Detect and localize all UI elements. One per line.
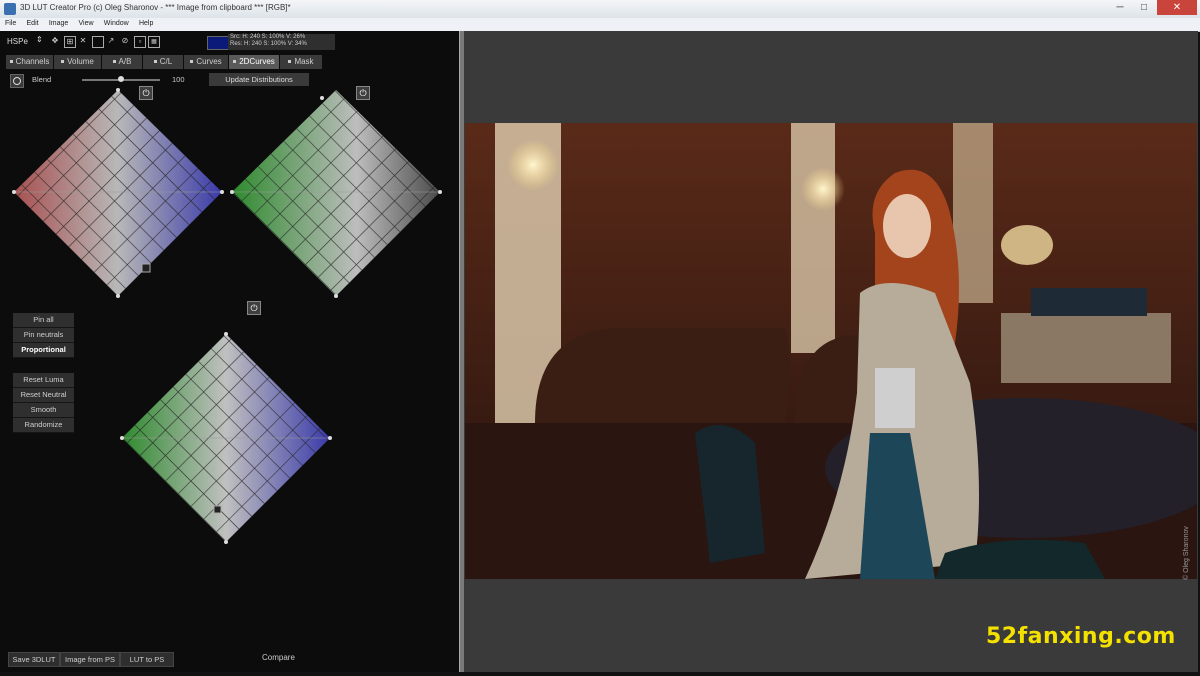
- tab-dot-icon: [153, 60, 157, 64]
- lut-to-ps-button[interactable]: LUT to PS: [120, 652, 174, 667]
- update-distributions-button[interactable]: Update Distributions: [209, 73, 309, 86]
- tab-label: Mask: [294, 57, 314, 66]
- title-bar: 3D LUT Creator Pro (c) Oleg Sharonov - *…: [0, 0, 1200, 18]
- blend-slider-handle[interactable]: [118, 76, 124, 82]
- compare-button[interactable]: Compare: [262, 653, 295, 662]
- tab-label: Channels: [15, 57, 50, 66]
- tab-cl[interactable]: C/L: [143, 55, 184, 69]
- tab-dot-icon: [61, 60, 65, 64]
- menu-image[interactable]: Image: [44, 19, 71, 27]
- minimize-button[interactable]: ─: [1109, 0, 1131, 15]
- image-from-ps-button[interactable]: Image from PS: [60, 652, 120, 667]
- diamond-green-gray[interactable]: [230, 90, 442, 298]
- tab-curves[interactable]: Curves: [184, 55, 229, 69]
- tab-label: A/B: [118, 57, 132, 66]
- menu-view[interactable]: View: [74, 19, 97, 27]
- menu-window[interactable]: Window: [99, 19, 132, 27]
- grid-icon[interactable]: ▦: [148, 36, 160, 48]
- pin-all-button[interactable]: Pin all: [13, 313, 74, 328]
- tab-label: Volume: [67, 57, 94, 66]
- mode-stepper-icon[interactable]: ⇕: [36, 35, 43, 44]
- preview-image: [465, 123, 1197, 579]
- tab-label: Curves: [196, 57, 222, 66]
- menu-file[interactable]: File: [0, 19, 19, 27]
- tab-ab[interactable]: A/B: [102, 55, 143, 69]
- blend-label: Blend: [32, 75, 52, 84]
- blend-slider[interactable]: [82, 76, 160, 82]
- tab-label: 2DCurves: [239, 57, 275, 66]
- color-readout: Src: H: 240 S: 100% V: 26% Res: H: 240 S…: [228, 34, 335, 50]
- tab-mask[interactable]: Mask: [280, 55, 323, 69]
- tab-dot-icon: [112, 60, 116, 64]
- readout-res: Res: H: 240 S: 100% V: 34%: [230, 41, 307, 47]
- pin-neutrals-button[interactable]: Pin neutrals: [13, 328, 74, 343]
- tab-dot-icon: [9, 60, 13, 64]
- smooth-button[interactable]: Smooth: [13, 403, 74, 418]
- select-tool-icon[interactable]: [92, 36, 104, 48]
- mode-select[interactable]: HSPe: [7, 37, 28, 46]
- close-button[interactable]: ✕: [1157, 0, 1197, 15]
- readout-src: Src: H: 240 S: 100% V: 26%: [230, 34, 306, 40]
- picker-tool-icon[interactable]: ↗: [106, 36, 116, 46]
- tab-dot-icon: [190, 60, 194, 64]
- left-panel: HSPe ⇕ ✥ ⊞ ✕ ↗ ⊘ ▫ ▦ Src: H: 240 S: 100%…: [0, 31, 459, 672]
- image-preview-panel: [464, 31, 1198, 672]
- blend-value: 100: [172, 75, 185, 84]
- color-swatch: [207, 36, 229, 50]
- power-icon[interactable]: ⏻: [139, 86, 153, 100]
- watermark-text: 52fanxing.com: [986, 624, 1176, 649]
- tab-channels[interactable]: Channels: [6, 55, 54, 69]
- tab-dot-icon: [233, 60, 237, 64]
- camera-icon[interactable]: ▫: [134, 36, 146, 48]
- diamond-green-blue[interactable]: [120, 332, 332, 544]
- photo-illustration: [465, 123, 1197, 579]
- app-icon: [4, 3, 16, 15]
- window-title: 3D LUT Creator Pro (c) Oleg Sharonov - *…: [20, 3, 291, 12]
- power-icon[interactable]: ⏻: [247, 301, 261, 315]
- randomize-button[interactable]: Randomize: [13, 418, 74, 433]
- reset-luma-button[interactable]: Reset Luma: [13, 373, 74, 388]
- tab-dot-icon: [288, 60, 292, 64]
- reset-neutral-button[interactable]: Reset Neutral: [13, 388, 74, 403]
- eyedropper-icon[interactable]: ⊘: [120, 36, 130, 46]
- menu-help[interactable]: Help: [134, 19, 156, 27]
- proportional-button[interactable]: Proportional: [13, 343, 74, 358]
- maximize-button[interactable]: □: [1133, 0, 1155, 15]
- menu-bar: File Edit Image View Window Help: [0, 18, 1200, 32]
- transform-tool-icon[interactable]: ⊞: [64, 36, 76, 48]
- tab-volume[interactable]: Volume: [54, 55, 102, 69]
- photo-credit: © Oleg Sharonov: [1183, 526, 1190, 580]
- menu-edit[interactable]: Edit: [22, 19, 42, 27]
- move-tool-icon[interactable]: ✥: [50, 36, 60, 46]
- diamond-red-blue[interactable]: [12, 88, 224, 298]
- tab-label: C/L: [159, 57, 173, 66]
- tab-2dcurves[interactable]: 2DCurves: [229, 55, 280, 69]
- power-icon[interactable]: ⏻: [356, 86, 370, 100]
- save-3dlut-button[interactable]: Save 3DLUT: [8, 652, 60, 667]
- scale-tool-icon[interactable]: ✕: [78, 36, 88, 46]
